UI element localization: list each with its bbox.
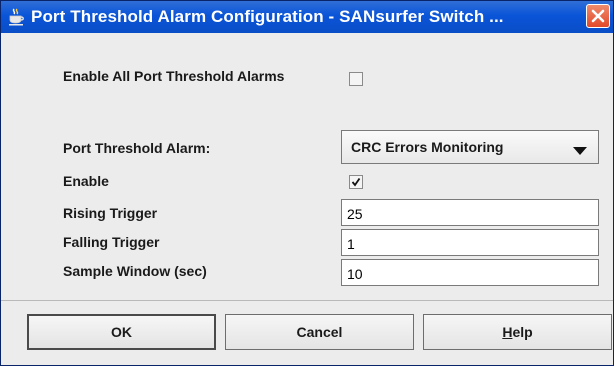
ok-button[interactable]: OK: [27, 314, 216, 350]
sample-window-value: 10: [347, 266, 363, 282]
enable-checkbox[interactable]: [349, 175, 363, 189]
window-title: Port Threshold Alarm Configuration - SAN…: [31, 7, 504, 26]
divider: [1, 300, 613, 301]
help-label-rest: elp: [512, 324, 533, 340]
help-button[interactable]: Help: [423, 314, 612, 350]
java-coffee-icon: [7, 8, 25, 26]
enable-all-alarms-checkbox[interactable]: [349, 72, 363, 86]
title-bar[interactable]: Port Threshold Alarm Configuration - SAN…: [1, 1, 613, 33]
dropdown-selected-value: CRC Errors Monitoring: [351, 139, 504, 155]
help-mnemonic: H: [502, 324, 513, 340]
enable-label: Enable: [63, 173, 109, 189]
falling-trigger-value: 1: [347, 236, 355, 252]
sample-window-field[interactable]: 10: [341, 259, 599, 286]
close-button[interactable]: [586, 4, 610, 28]
cancel-button[interactable]: Cancel: [225, 314, 414, 350]
close-icon: [591, 9, 605, 23]
rising-trigger-label: Rising Trigger: [63, 205, 158, 221]
rising-trigger-field[interactable]: 25: [341, 199, 599, 226]
dialog-window: Port Threshold Alarm Configuration - SAN…: [0, 0, 614, 366]
chevron-down-icon: [572, 143, 588, 161]
port-threshold-alarm-label: Port Threshold Alarm:: [63, 140, 211, 156]
falling-trigger-label: Falling Trigger: [63, 234, 160, 250]
falling-trigger-field[interactable]: 1: [341, 229, 599, 256]
checkmark-icon: [351, 177, 361, 187]
enable-all-alarms-label: Enable All Port Threshold Alarms: [63, 68, 285, 84]
sample-window-label: Sample Window (sec): [63, 263, 207, 279]
rising-trigger-value: 25: [347, 206, 363, 222]
port-threshold-alarm-dropdown[interactable]: CRC Errors Monitoring: [341, 130, 599, 164]
